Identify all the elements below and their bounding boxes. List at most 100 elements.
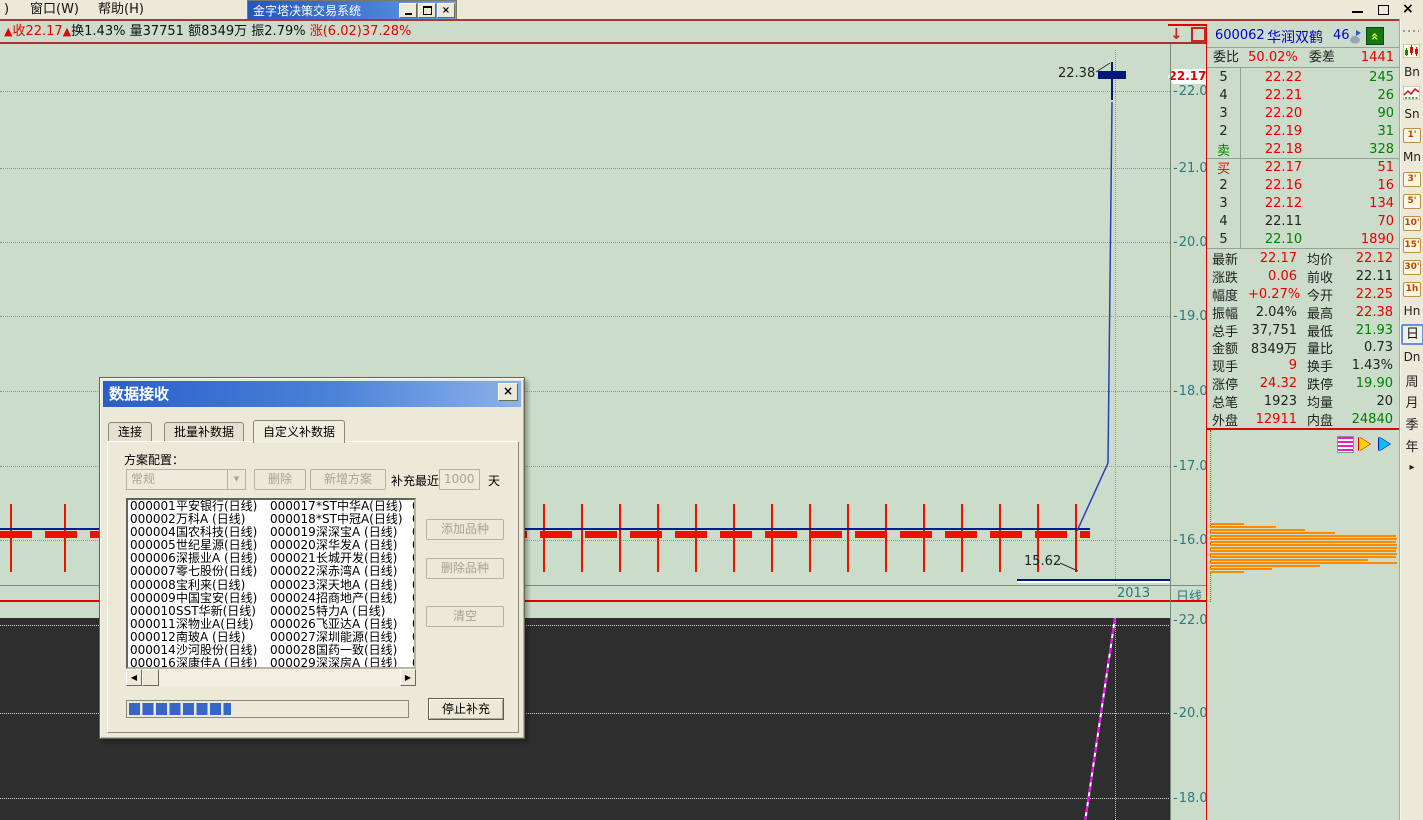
- toolbar-item-yearly[interactable]: 年: [1401, 436, 1423, 455]
- trend-chart-icon[interactable]: [1403, 86, 1420, 100]
- symbol-code: 000: [412, 657, 416, 669]
- toolbar-item-5min[interactable]: 5': [1403, 194, 1421, 209]
- menu-item-truncated[interactable]: ): [0, 1, 13, 18]
- dialog-titlebar[interactable]: 数据接收: [103, 381, 521, 407]
- add-symbol-button[interactable]: 添加品种: [426, 519, 504, 540]
- detail-value: 22.17: [1248, 251, 1297, 266]
- sell-level-row[interactable]: 4 22.21 26: [1207, 86, 1400, 104]
- menu-item-help[interactable]: 帮助(H): [94, 1, 148, 18]
- symbol-code: 000: [412, 605, 416, 618]
- child-minimize-icon[interactable]: [1352, 11, 1363, 13]
- symbol-list-row[interactable]: 000016 深康佳A (日线) 000029 深深房A (日线) 000: [128, 657, 414, 669]
- pane-layout-icon[interactable]: [1191, 27, 1206, 42]
- profile-axis-dotted: [1210, 430, 1211, 602]
- buy-level-row[interactable]: 2 22.16 16: [1207, 176, 1400, 194]
- sell-level-row[interactable]: 2 22.19 31: [1207, 122, 1400, 140]
- data-receive-dialog: 数据接收 × 连接 批量补数据 自定义补数据 方案配置： 常规 ▼ 删除 新增方…: [99, 377, 525, 739]
- toolbar-item-daily-selected[interactable]: 日: [1401, 324, 1423, 345]
- level-volume: 1890: [1327, 232, 1400, 247]
- alert-hand-icon[interactable]: [1348, 28, 1363, 44]
- horizontal-scrollbar[interactable]: ◀ ▶: [126, 669, 416, 686]
- child-close-icon[interactable]: ×: [1402, 1, 1414, 17]
- symbol-list-row[interactable]: 000007 零七股份(日线) 000022 深赤湾A (日线) 000: [128, 565, 414, 578]
- toolbar-item-monthly[interactable]: 月: [1401, 392, 1423, 411]
- symbol-list-row[interactable]: 000009 中国宝安(日线) 000024 招商地产(日线) 000: [128, 592, 414, 605]
- buy-level-row[interactable]: 买 22.17 51: [1207, 158, 1400, 176]
- sell-level-row[interactable]: 3 22.20 90: [1207, 104, 1400, 122]
- recent-days-input[interactable]: 1000: [439, 469, 480, 490]
- scroll-right-icon[interactable]: ▶: [400, 669, 416, 686]
- symbol-list-row[interactable]: 000010 SST华新(日线) 000025 特力A (日线) 000: [128, 605, 414, 618]
- close-button[interactable]: ×: [437, 3, 455, 18]
- volume-profile-bar: [1210, 541, 1396, 543]
- toolbar-item-15min[interactable]: 15': [1403, 238, 1421, 253]
- toolbar-item-quarterly[interactable]: 季: [1401, 414, 1423, 433]
- minimize-button[interactable]: [399, 3, 417, 18]
- period-label: 日线: [1176, 586, 1202, 605]
- detail-row: 总笔 1923 均量 20: [1207, 392, 1400, 410]
- sell-level-row[interactable]: 5 22.22 245: [1207, 68, 1400, 86]
- expand-panel-button[interactable]: »: [1366, 27, 1384, 45]
- toolbar-item-3min[interactable]: 3': [1403, 172, 1421, 187]
- scrollbar-track[interactable]: [159, 669, 400, 686]
- buy-arrow-icon[interactable]: [1359, 437, 1370, 451]
- buy-level-row[interactable]: 4 22.11 70: [1207, 212, 1400, 230]
- stock-name[interactable]: 华润双鹤: [1267, 27, 1323, 47]
- menu-item-window[interactable]: 窗口(W): [26, 1, 83, 18]
- symbol-name: 中国宝安(日线): [176, 592, 270, 605]
- detail-value: 24.32: [1248, 376, 1297, 391]
- tab-page: 方案配置： 常规 ▼ 删除 新增方案 补充最近 1000 天 000001 平安…: [107, 441, 519, 733]
- toolbar-item-1hour[interactable]: 1h: [1403, 282, 1421, 297]
- h-gridline: [0, 316, 1170, 317]
- tab-custom-data[interactable]: 自定义补数据: [253, 420, 345, 443]
- sell-arrow-icon[interactable]: [1379, 437, 1390, 451]
- toolbar-item-mn[interactable]: Mn: [1401, 150, 1423, 164]
- scroll-left-icon[interactable]: ◀: [126, 669, 142, 686]
- level-price: 22.11: [1240, 214, 1327, 229]
- toolbar-item-30min[interactable]: 30': [1403, 260, 1421, 275]
- symbol-listbox[interactable]: 000001 平安银行(日线) 000017 *ST中华A(日线) 000 00…: [126, 498, 416, 669]
- volume-profile-icon[interactable]: [1337, 436, 1354, 453]
- toolbar-item-dn[interactable]: Dn: [1401, 350, 1423, 364]
- tab-connect[interactable]: 连接: [108, 422, 152, 442]
- restore-button[interactable]: [418, 3, 436, 18]
- toolbar-item-bn[interactable]: Bn: [1401, 65, 1423, 79]
- detail-row: 幅度 +0.27% 今开 22.25: [1207, 286, 1400, 304]
- toolbar-item-1min[interactable]: 1': [1403, 128, 1421, 143]
- toolbar-item-weekly[interactable]: 周: [1401, 371, 1423, 390]
- up-arrow-icon: ▲: [0, 25, 12, 38]
- toolbar-item-10min[interactable]: 10': [1403, 216, 1421, 231]
- toolbar-item-hn[interactable]: Hn: [1401, 304, 1423, 318]
- symbol-list-row[interactable]: 000008 宝利来(日线) 000023 深天地A (日线) 000: [128, 579, 414, 592]
- scroll-down-icon[interactable]: ↓: [1170, 25, 1183, 43]
- floating-window-titlebar[interactable]: 金字塔决策交易系统 ×: [247, 0, 457, 21]
- kline-chart-icon[interactable]: [1403, 44, 1420, 58]
- scheme-combobox[interactable]: 常规 ▼: [126, 469, 246, 490]
- dialog-close-button[interactable]: ×: [498, 383, 518, 401]
- scrollbar-thumb[interactable]: [142, 669, 159, 686]
- detail-row: 最新 22.17 均价 22.12: [1207, 250, 1400, 268]
- level-volume: 134: [1327, 196, 1400, 211]
- detail-label: 外盘: [1207, 410, 1248, 428]
- new-scheme-button[interactable]: 新增方案: [310, 469, 386, 490]
- level-volume: 51: [1327, 160, 1400, 175]
- symbol-name: 深物业A(日线): [176, 618, 270, 631]
- volume-profile-bar: [1210, 562, 1397, 564]
- sell-level-row[interactable]: 卖 22.18 328: [1207, 140, 1400, 158]
- divider-line-red: [1207, 428, 1400, 430]
- stop-refill-button[interactable]: 停止补充: [428, 698, 504, 720]
- toolbar-item-sn[interactable]: Sn: [1401, 107, 1423, 121]
- toolbar-grip[interactable]: [1403, 30, 1419, 32]
- buy-level-row[interactable]: 5 22.10 1890: [1207, 230, 1400, 248]
- toolbar-more-arrow-icon[interactable]: ▸: [1401, 462, 1423, 473]
- child-restore-icon[interactable]: [1378, 5, 1389, 15]
- stock-code[interactable]: 600062: [1215, 28, 1265, 43]
- clear-button[interactable]: 清空: [426, 606, 504, 627]
- symbol-code: 000: [412, 592, 416, 605]
- tab-batch-data[interactable]: 批量补数据: [164, 422, 244, 442]
- y-axis-label: 20.00: [1173, 235, 1207, 250]
- buy-level-row[interactable]: 3 22.12 134: [1207, 194, 1400, 212]
- delete-scheme-button[interactable]: 删除: [254, 469, 306, 490]
- symbol-list-row[interactable]: 000011 深物业A(日线) 000026 飞亚达A (日线) 000: [128, 618, 414, 631]
- remove-symbol-button[interactable]: 删除品种: [426, 558, 504, 579]
